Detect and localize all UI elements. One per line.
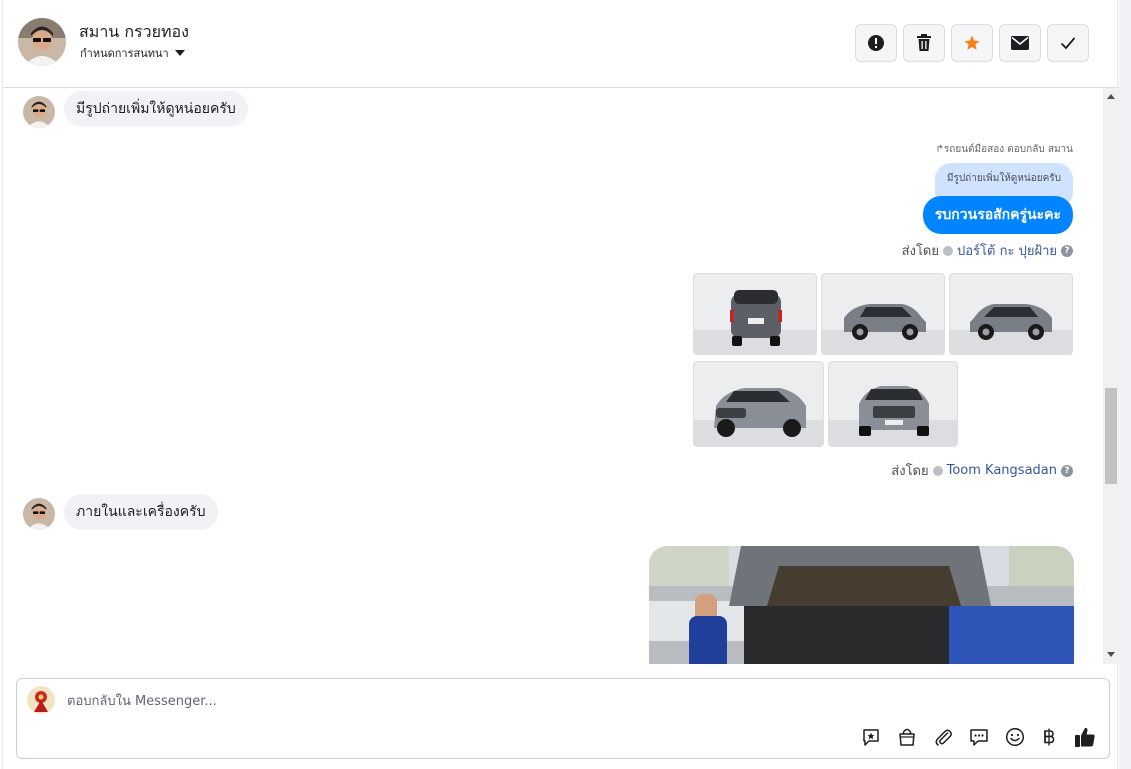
- reply-meta: ↱รถยนต์มือสอง ตอบกลับ สมาน: [936, 142, 1073, 157]
- delete-conversation-button[interactable]: [903, 24, 945, 62]
- car-photo-front[interactable]: [828, 361, 958, 447]
- star-icon: [964, 35, 980, 50]
- shop-button[interactable]: [895, 725, 919, 749]
- sender-avatar: [23, 96, 55, 128]
- chat-button[interactable]: [967, 725, 991, 749]
- saved-reply-button[interactable]: [859, 725, 883, 749]
- like-button[interactable]: [1073, 725, 1097, 749]
- car-photo-rear[interactable]: [693, 273, 817, 355]
- verified-dot-icon: [943, 245, 953, 256]
- conversation-schedule-dropdown[interactable]: กำหนดการสนทนา: [80, 44, 185, 62]
- help-icon[interactable]: ?: [1061, 464, 1073, 477]
- saved-reply-icon: [863, 729, 879, 746]
- attach-icon: [935, 729, 952, 746]
- emoji-button[interactable]: [1003, 725, 1027, 749]
- contact-name[interactable]: สมาน กรวยทอง: [79, 20, 189, 45]
- trash-icon: [917, 34, 931, 51]
- message-thread[interactable]: มีรูปถ่ายเพิ่มให้ดูหน่อยครับ ↱รถยนต์มือส…: [3, 88, 1103, 664]
- car-photo-side-right[interactable]: [949, 273, 1073, 355]
- contact-avatar[interactable]: [18, 18, 66, 66]
- payment-button[interactable]: [1037, 725, 1061, 749]
- reply-arrow-icon: ↱: [935, 144, 944, 155]
- chat-icon: [970, 729, 988, 746]
- check-icon: [1060, 37, 1076, 50]
- incoming-message-bubble-2[interactable]: ภายในและเครื่องครับ: [64, 494, 218, 530]
- scroll-down-arrow-icon[interactable]: [1107, 652, 1115, 657]
- mail-icon: [1011, 36, 1029, 50]
- sent-by-label-2: ส่งโดย: [891, 464, 929, 479]
- engine-photo[interactable]: [649, 546, 1074, 664]
- mark-done-button[interactable]: [1047, 24, 1089, 62]
- conversation-header: สมาน กรวยทอง กำหนดการสนทนา: [3, 0, 1119, 88]
- verified-dot-icon: [932, 465, 943, 476]
- scroll-thumb[interactable]: [1105, 388, 1117, 484]
- attach-button[interactable]: [931, 725, 955, 749]
- page-avatar: [27, 686, 55, 714]
- reply-composer: [16, 678, 1110, 759]
- scroll-up-arrow-icon[interactable]: [1107, 94, 1115, 99]
- reply-meta-text: รถยนต์มือสอง ตอบกลับ สมาน: [943, 144, 1073, 155]
- sent-by-row-2: ส่งโดย Toom Kangsadan ?: [891, 460, 1073, 481]
- mark-unread-button[interactable]: [999, 24, 1041, 62]
- caret-down-icon: [174, 50, 185, 56]
- sender-avatar-2: [23, 498, 55, 530]
- mark-spam-button[interactable]: [855, 24, 897, 62]
- outgoing-message-bubble[interactable]: รบกวนรอสักครู่นะคะ: [922, 196, 1073, 234]
- car-photo-side-left[interactable]: [821, 273, 945, 355]
- emoji-icon: [1005, 727, 1025, 747]
- message-scrollbar[interactable]: [1103, 88, 1119, 664]
- baht-icon: [1044, 728, 1055, 746]
- reply-input[interactable]: [67, 691, 967, 711]
- sent-by-label: ส่งโดย: [901, 244, 939, 259]
- like-icon: [1075, 727, 1095, 747]
- incoming-message-bubble[interactable]: มีรูปถ่ายเพิ่มให้ดูหน่อยครับ: [64, 91, 248, 127]
- help-icon[interactable]: ?: [1061, 244, 1073, 257]
- sent-by-row: ส่งโดย ปอร์โต้ กะ ปุยฝ้าย ?: [902, 240, 1073, 261]
- car-photo-front-left[interactable]: [693, 361, 824, 447]
- star-conversation-button[interactable]: [951, 24, 993, 62]
- sender-name-link-2[interactable]: Toom Kangsadan: [947, 463, 1057, 478]
- alert-icon: [868, 35, 884, 51]
- sender-name-link[interactable]: ปอร์โต้ กะ ปุยฝ้าย: [957, 240, 1057, 261]
- conversation-schedule-label: กำหนดการสนทนา: [80, 47, 169, 60]
- window-right-gutter: [1119, 0, 1131, 769]
- messenger-conversation-panel: สมาน กรวยทอง กำหนดการสนทนา มีรูปถ่ายเพิ่…: [2, 0, 1119, 769]
- shop-icon: [899, 728, 915, 746]
